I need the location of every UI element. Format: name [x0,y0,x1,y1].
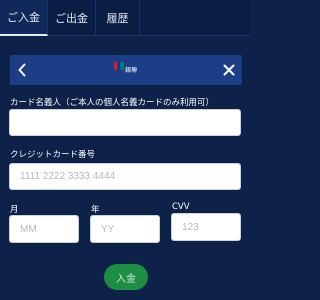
cardholder-input[interactable] [9,109,241,136]
chevron-left-icon [18,63,26,77]
unionpay-logo: 銀聯 [114,62,140,78]
cvv-label: CVV [172,202,190,212]
card-number-input[interactable]: 1111 2222 3333 4444 [9,163,241,190]
unionpay-logo-icon [114,62,124,70]
month-input[interactable]: MM [9,215,79,243]
tab-withdraw[interactable]: ご出金 [48,0,96,36]
deposit-submit-button[interactable]: 入金 [104,264,148,290]
month-label: 月 [10,205,19,215]
unionpay-logo-text: 銀聯 [125,67,138,74]
close-icon [223,64,235,76]
payment-header-bar: 銀聯 [10,55,242,85]
year-input[interactable]: YY [90,215,160,243]
cardholder-label: カード名義人（ご本人の個人名義カードのみ利用可） [10,98,215,108]
card-number-label: クレジットカード番号 [10,150,96,160]
year-label: 年 [91,205,100,215]
back-button[interactable] [10,55,34,85]
tab-deposit[interactable]: ご入金 [0,0,48,36]
tab-bar: ご入金 ご出金 履歴 [0,0,250,36]
tab-history[interactable]: 履歴 [96,0,140,36]
cvv-input[interactable]: 123 [171,213,241,241]
close-button[interactable] [216,55,242,85]
